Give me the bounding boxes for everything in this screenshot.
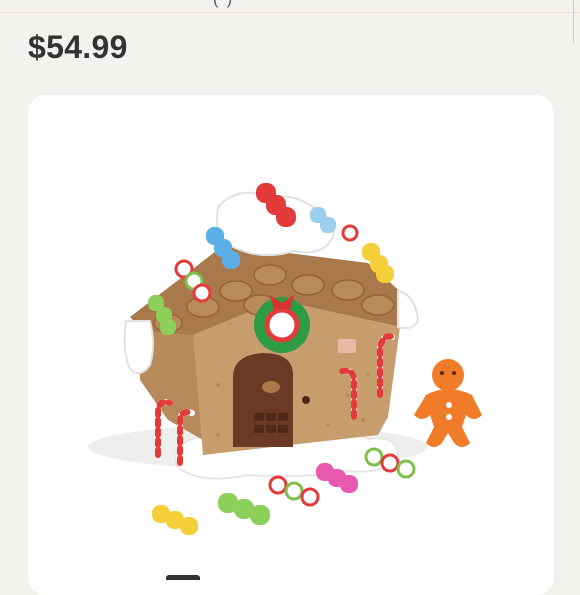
product-price: $54.99: [28, 29, 128, 65]
green-candy-loose: [218, 493, 270, 525]
yellow-candy-loose: [152, 505, 198, 535]
gingerbread-man-icon: [414, 359, 482, 447]
side-snow: [123, 320, 154, 375]
scroll-edge: [573, 0, 574, 44]
carousel-indicator[interactable]: [166, 575, 200, 580]
edge-snow: [397, 289, 420, 330]
gingerbread-house-toy-image: [88, 183, 482, 535]
rating-count-fragment: ( ): [213, 0, 234, 9]
product-image-card[interactable]: [28, 95, 554, 595]
step2-logo-icon: [338, 339, 356, 353]
top-bar: ( ): [0, 0, 580, 13]
